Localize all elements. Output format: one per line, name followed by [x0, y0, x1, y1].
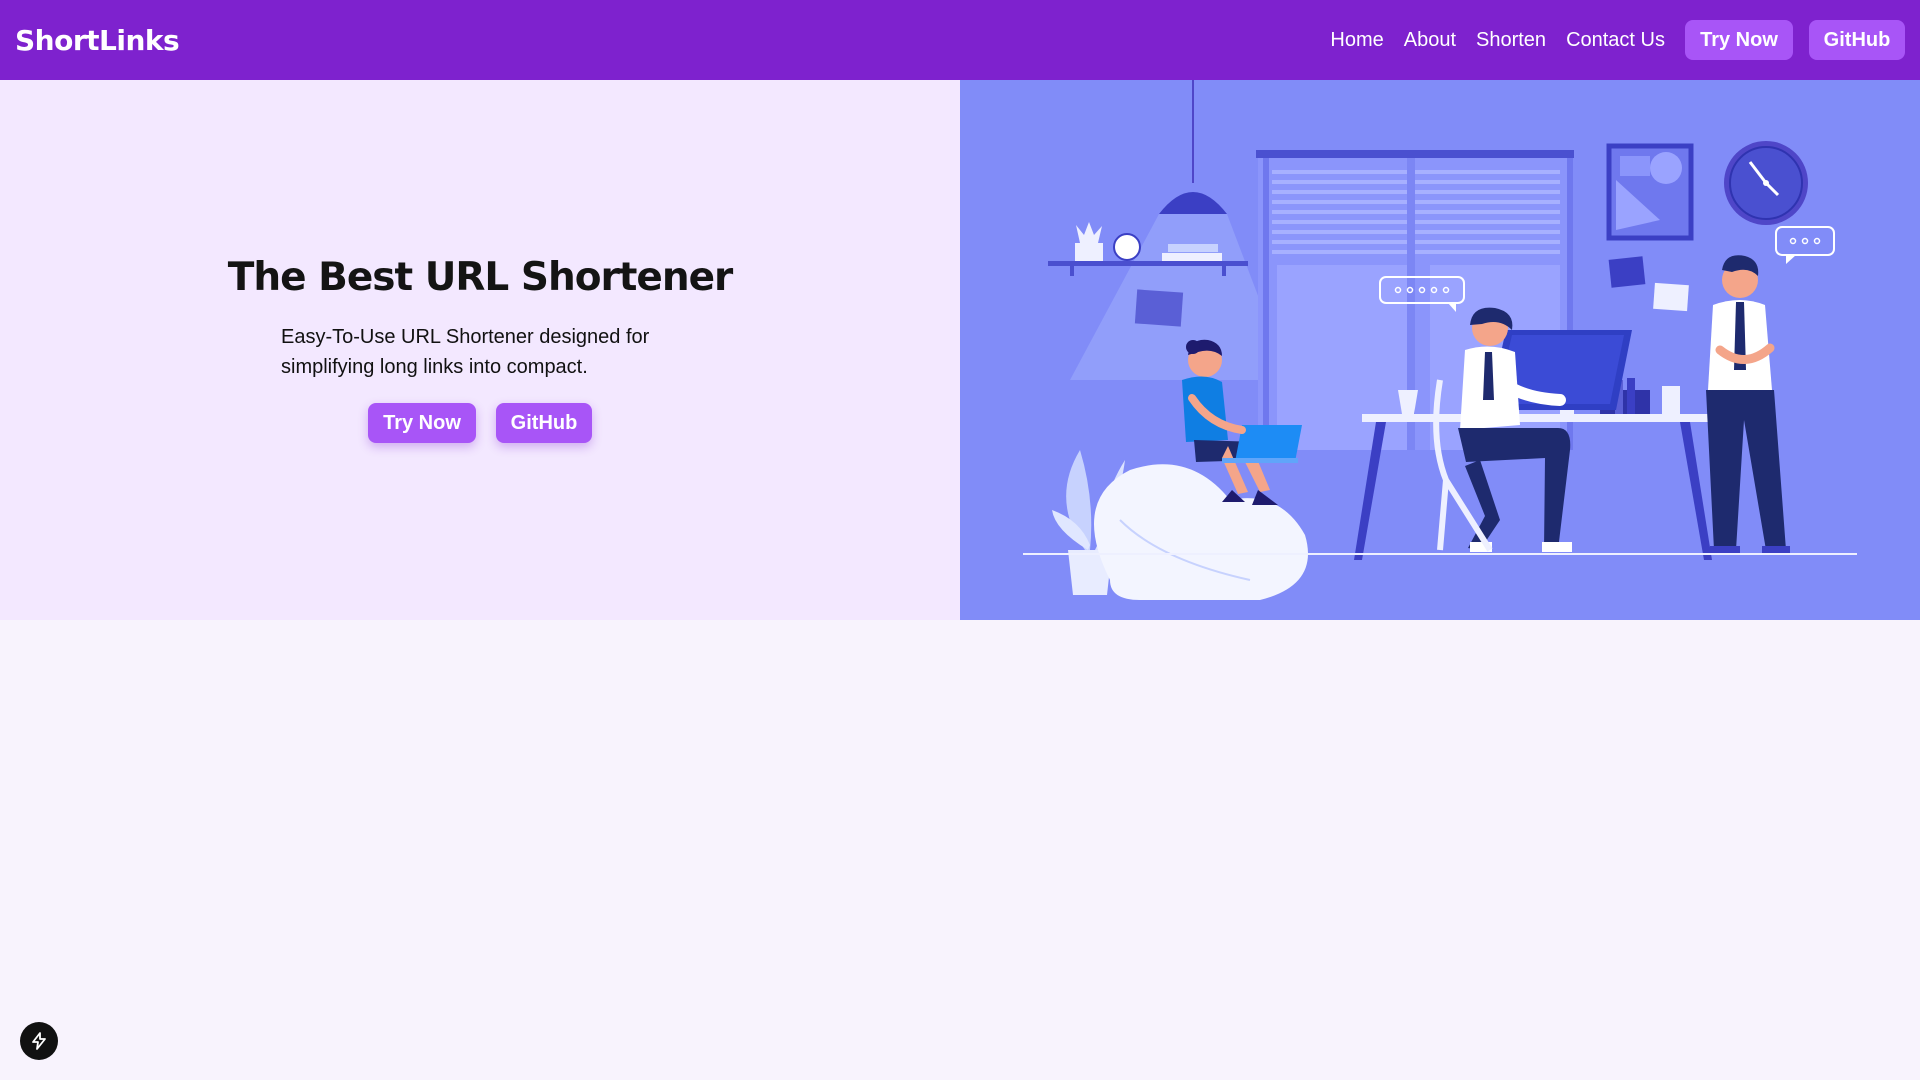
nav-menu: Home About Shorten Contact Us Try Now Gi…: [1330, 20, 1905, 60]
hero-title: The Best URL Shortener: [227, 255, 734, 300]
nav-github-button[interactable]: GitHub: [1809, 20, 1905, 60]
bolt-icon: [32, 1032, 46, 1050]
hero-github-button[interactable]: GitHub: [496, 403, 592, 443]
hero-description: Easy-To-Use URL Shortener designed for s…: [281, 326, 650, 378]
navbar: ShortLinks Home About Shorten Contact Us…: [0, 0, 1920, 80]
nav-link-home[interactable]: Home: [1330, 29, 1383, 52]
nav-try-now-button[interactable]: Try Now: [1685, 20, 1793, 60]
bolt-badge[interactable]: [20, 1022, 58, 1060]
nav-link-about[interactable]: About: [1404, 29, 1456, 52]
nav-link-shorten[interactable]: Shorten: [1476, 29, 1546, 52]
hero-buttons: Try Now GitHub: [0, 403, 960, 443]
brand-logo[interactable]: ShortLinks: [15, 24, 180, 57]
hero-try-now-button[interactable]: Try Now: [368, 403, 476, 443]
office-workers-illustration: [1023, 80, 1857, 600]
hero-text-panel: The Best URL Shortener Easy-To-Use URL S…: [0, 80, 960, 620]
nav-link-contact[interactable]: Contact Us: [1566, 29, 1665, 52]
hero-illustration-panel: [960, 80, 1920, 620]
